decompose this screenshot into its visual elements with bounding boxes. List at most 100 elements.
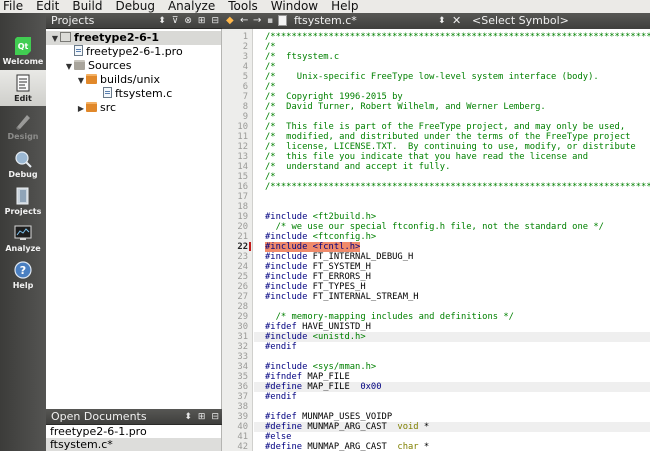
open-documents-title: Open Documents [51, 410, 147, 423]
open-document-item[interactable]: ftsystem.c* [46, 438, 221, 451]
tree-item-src[interactable]: ▶ src [46, 101, 221, 116]
code-token: #ifdef [265, 412, 303, 422]
open-documents-controls: ⬍ ⊞ ⊟ [184, 409, 219, 425]
line-number: 17 [237, 192, 248, 202]
code-line[interactable]: #include <ftconfig.h> [254, 232, 650, 242]
code-line[interactable]: /* [254, 112, 650, 122]
code-line[interactable]: /* This file is part of the FreeType pro… [254, 122, 650, 132]
code-line[interactable]: /* license, LICENSE.TXT. By continuing t… [254, 142, 650, 152]
code-line[interactable]: #include <ft2build.h> [254, 212, 650, 222]
line-number: 32 [237, 342, 248, 352]
code-line[interactable]: /* understand and accept it fully. [254, 162, 650, 172]
symbol-selector[interactable]: <Select Symbol> [472, 13, 569, 29]
line-number: 19 [237, 212, 248, 222]
split-icon[interactable]: ⊞ [198, 13, 206, 29]
code-token: /***************************************… [265, 182, 650, 192]
code-line[interactable]: /* ftsystem.c [254, 52, 650, 62]
mode-design[interactable]: Design [0, 108, 46, 144]
filter-icon[interactable]: ⊽ [172, 13, 179, 29]
close-document-icon[interactable]: ✕ [452, 13, 461, 29]
tree-item-project[interactable]: ▼ freetype2-6-1 [46, 31, 221, 46]
tree-item-ftsystem-c[interactable]: ftsystem.c [46, 87, 221, 101]
file-selector-chevron-icon[interactable]: ⬍ [438, 13, 446, 29]
code-line[interactable]: #define MUNMAP_ARG_CAST char * [254, 442, 650, 451]
code-line[interactable]: #define MAP_FILE 0x00 [254, 382, 650, 392]
tree-item-pro-file[interactable]: freetype2-6-1.pro [46, 45, 221, 59]
mode-projects[interactable]: Projects [0, 183, 46, 219]
code-editor[interactable]: /***************************************… [254, 29, 650, 451]
menu-file[interactable]: File [3, 0, 23, 13]
code-line[interactable]: #else [254, 432, 650, 442]
mode-edit[interactable]: Edit [0, 70, 46, 106]
code-line[interactable]: /***************************************… [254, 182, 650, 192]
code-line[interactable]: #include FT_INTERNAL_DEBUG_H [254, 252, 650, 262]
code-line[interactable]: #include FT_INTERNAL_STREAM_H [254, 292, 650, 302]
open-file-selector[interactable]: ftsystem.c* [294, 13, 357, 29]
code-line[interactable]: /* David Turner, Robert Wilhelm, and Wer… [254, 102, 650, 112]
code-line[interactable]: #endif [254, 392, 650, 402]
expanded-arrow-icon[interactable]: ▼ [76, 74, 86, 88]
code-line[interactable]: #include FT_ERRORS_H [254, 272, 650, 282]
menu-help[interactable]: Help [331, 0, 358, 13]
code-token: /* memory-mapping includes and definitio… [265, 312, 514, 322]
menu-debug[interactable]: Debug [115, 0, 154, 13]
code-line[interactable]: #include <fcntl.h> [254, 242, 650, 252]
close-pane-icon[interactable]: ⊟ [211, 409, 219, 425]
mode-debug[interactable]: Debug [0, 146, 46, 182]
code-line[interactable] [254, 192, 650, 202]
menu-edit[interactable]: Edit [36, 0, 59, 13]
code-line[interactable]: /* memory-mapping includes and definitio… [254, 312, 650, 322]
nav-back-arrow-icon[interactable]: ← [240, 13, 248, 29]
code-line[interactable]: #ifdef MUNMAP_USES_VOIDP [254, 412, 650, 422]
split-icon[interactable]: ⊞ [198, 409, 206, 425]
mode-analyze[interactable]: Analyze [0, 220, 46, 256]
code-line[interactable] [254, 352, 650, 362]
svg-text:Qt: Qt [18, 42, 29, 51]
code-line[interactable]: /* [254, 82, 650, 92]
code-line[interactable]: #ifdef HAVE_UNISTD_H [254, 322, 650, 332]
code-line[interactable] [254, 302, 650, 312]
mode-help[interactable]: ? Help [0, 257, 46, 293]
code-line[interactable]: /***************************************… [254, 32, 650, 42]
menu-build[interactable]: Build [72, 0, 102, 13]
code-line[interactable]: /* we use our special ftconfig.h file, n… [254, 222, 650, 232]
code-line[interactable]: /* Unix-specific FreeType low-level syst… [254, 72, 650, 82]
line-number-gutter[interactable]: 1 2 3 4 5 6 7 8 9 10 11 12 13 14 15 16 17 18 19 20 21 22 23 24 2… [222, 29, 253, 451]
line-number: 18 [237, 202, 248, 212]
code-line[interactable]: /* Copyright 1996-2015 by [254, 92, 650, 102]
link-icon[interactable]: ⊗ [184, 13, 192, 29]
mode-welcome[interactable]: Qt Welcome [0, 33, 46, 69]
line-number: 9 [242, 112, 248, 122]
view-selector-chevron-icon[interactable]: ⬍ [158, 13, 166, 29]
code-line[interactable]: #include <unistd.h> [254, 332, 650, 342]
code-line[interactable] [254, 402, 650, 412]
code-line[interactable]: #endif [254, 342, 650, 352]
code-line[interactable]: #define MUNMAP_ARG_CAST void * [254, 422, 650, 432]
collapsed-arrow-icon[interactable]: ▶ [76, 102, 86, 116]
code-line[interactable]: /* [254, 172, 650, 182]
code-line[interactable]: /* modified, and distributed under the t… [254, 132, 650, 142]
code-line[interactable]: #include FT_SYSTEM_H [254, 262, 650, 272]
expanded-arrow-icon[interactable]: ▼ [64, 60, 74, 74]
code-line[interactable]: /* [254, 42, 650, 52]
view-selector-chevron-icon[interactable]: ⬍ [184, 409, 192, 425]
code-token: #else [265, 432, 292, 442]
tree-item-sources[interactable]: ▼ Sources [46, 59, 221, 74]
tree-item-builds-unix[interactable]: ▼ builds/unix [46, 73, 221, 88]
code-line[interactable]: /* this file you indicate that you have … [254, 152, 650, 162]
expanded-arrow-icon[interactable]: ▼ [50, 32, 60, 46]
menu-analyze[interactable]: Analyze [168, 0, 215, 13]
nav-back-icon[interactable]: ◆ [226, 13, 234, 29]
code-line[interactable]: #ifndef MAP_FILE [254, 372, 650, 382]
nav-forward-arrow-icon[interactable]: → [253, 13, 261, 29]
code-line[interactable]: /* [254, 62, 650, 72]
code-line[interactable] [254, 202, 650, 212]
menu-window[interactable]: Window [271, 0, 318, 13]
help-icon: ? [14, 261, 32, 279]
line-number: 37 [237, 392, 248, 402]
open-document-item[interactable]: freetype2-6-1.pro [46, 425, 221, 438]
menu-tools[interactable]: Tools [228, 0, 258, 13]
code-line[interactable]: #include <sys/mman.h> [254, 362, 650, 372]
close-pane-icon[interactable]: ⊟ [211, 13, 219, 29]
code-line[interactable]: #include FT_TYPES_H [254, 282, 650, 292]
